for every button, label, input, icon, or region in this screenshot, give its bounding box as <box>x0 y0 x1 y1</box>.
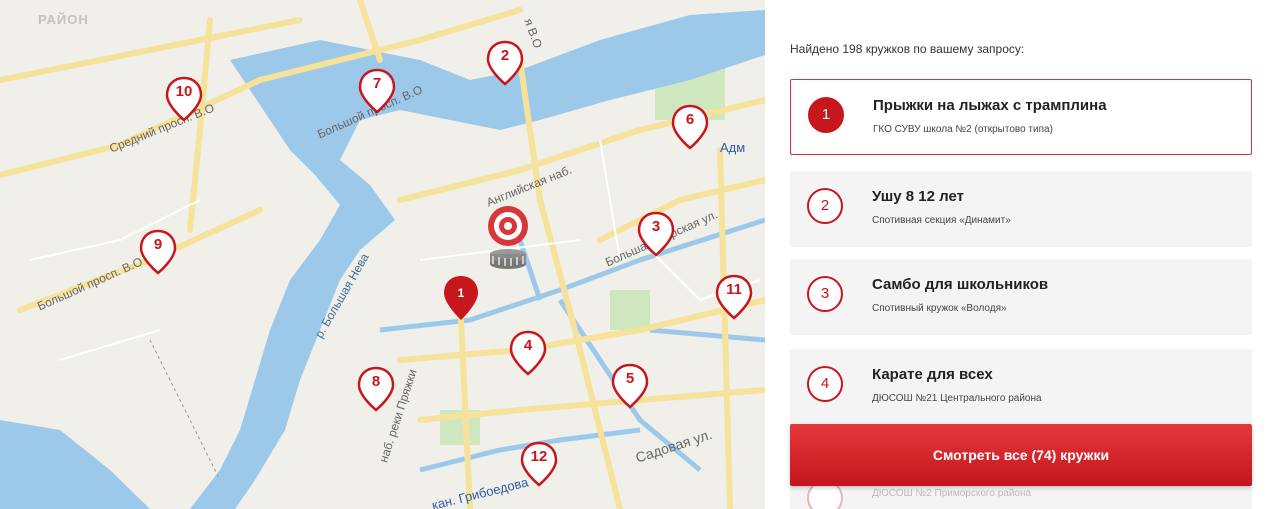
card-subtitle: ГКО СУВУ школа №2 (открытово типа) <box>873 124 1053 135</box>
results-panel: Найдено 198 кружков по вашему запросу: 1… <box>765 0 1270 509</box>
card-subtitle: Спотивный кружок «Володя» <box>872 303 1007 314</box>
marker-label: 7 <box>372 75 382 92</box>
result-card-1[interactable]: 1 Прыжки на лыжах с трамплина ГКО СУВУ ш… <box>790 79 1252 155</box>
card-number: 2 <box>807 188 843 224</box>
result-card-4[interactable]: 4 Карате для всех ДЮСОШ №21 Центрального… <box>790 349 1252 425</box>
result-card-5[interactable]: ДЮСОШ №2 Приморского района <box>790 480 1252 509</box>
map-marker[interactable]: 5 <box>611 363 649 409</box>
marker-label: 11 <box>726 281 742 298</box>
card-title: Ушу 8 12 лет <box>872 188 964 205</box>
result-card-2[interactable]: 2 Ушу 8 12 лет Спотивная секция «Динамит… <box>790 171 1252 247</box>
map-marker[interactable]: 2 <box>486 40 524 86</box>
card-subtitle: ДЮСОШ №21 Центрального района <box>872 393 1042 404</box>
marker-label: 10 <box>175 83 193 100</box>
view-all-button[interactable]: Смотреть все (74) кружки <box>790 424 1252 486</box>
marker-label: 4 <box>523 337 533 354</box>
marker-label: 6 <box>685 111 695 128</box>
coin-stack-icon <box>490 249 526 269</box>
card-title: Прыжки на лыжах с трамплина <box>873 97 1107 114</box>
card-title: Самбо для школьников <box>872 276 1049 293</box>
map-marker[interactable]: 6 <box>671 104 709 150</box>
district-label: РАЙОН <box>38 12 89 27</box>
map-marker[interactable]: 10 <box>165 76 203 122</box>
target-icon[interactable] <box>486 204 530 274</box>
map-marker[interactable]: 4 <box>509 330 547 376</box>
card-subtitle: Спотивная секция «Динамит» <box>872 215 1011 226</box>
marker-label: 2 <box>500 47 510 64</box>
marker-label: 5 <box>625 370 635 387</box>
marker-label: 1 <box>457 286 465 300</box>
marker-label: 12 <box>530 448 548 465</box>
result-card-3[interactable]: 3 Самбо для школьников Спотивный кружок … <box>790 259 1252 335</box>
map-marker[interactable]: 3 <box>637 211 675 257</box>
card-number: 1 <box>808 97 844 133</box>
map-marker[interactable]: 11 <box>715 274 753 320</box>
map-marker[interactable]: 1 <box>442 274 480 322</box>
map-marker[interactable]: 7 <box>358 68 396 114</box>
map-marker[interactable]: 12 <box>520 441 558 487</box>
card-number: 3 <box>807 276 843 312</box>
card-title: Карате для всех <box>872 366 993 383</box>
card-number: 4 <box>807 366 843 402</box>
marker-label: 8 <box>371 373 381 390</box>
results-count: Найдено 198 кружков по вашему запросу: <box>790 42 1025 56</box>
map[interactable]: РАЙОН Адм Средний просп. В.О Большой про… <box>0 0 765 509</box>
map-marker[interactable]: 8 <box>357 366 395 412</box>
place-label: Адм <box>720 140 746 155</box>
marker-label: 9 <box>153 236 163 253</box>
card-subtitle: ДЮСОШ №2 Приморского района <box>872 488 1032 499</box>
marker-label: 3 <box>651 218 661 235</box>
map-marker[interactable]: 9 <box>139 229 177 275</box>
